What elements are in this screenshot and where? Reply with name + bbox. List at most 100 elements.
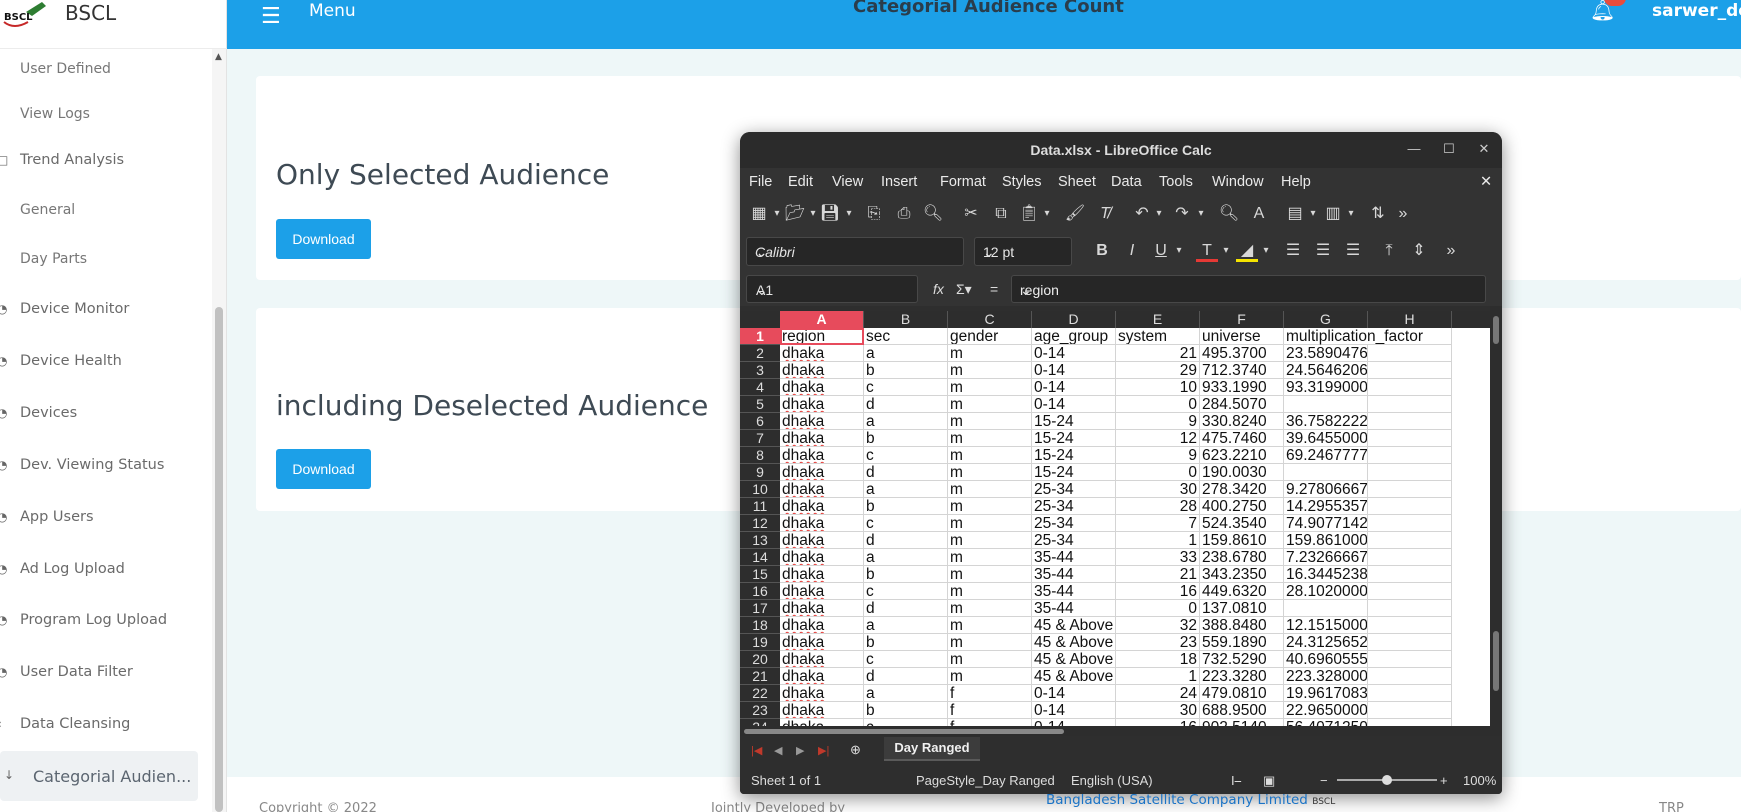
- table-cell[interactable]: dhaka: [780, 362, 864, 379]
- table-cell[interactable]: m: [948, 362, 1032, 379]
- table-cell[interactable]: 45 & Above: [1032, 634, 1116, 651]
- table-cell[interactable]: 137.0810: [1200, 600, 1284, 617]
- row-header[interactable]: 20: [740, 651, 780, 668]
- sidebar-item-general[interactable]: General: [0, 190, 218, 230]
- row-header[interactable]: 13: [740, 532, 780, 549]
- row-header[interactable]: 15: [740, 566, 780, 583]
- table-cell[interactable]: 35-44: [1032, 583, 1116, 600]
- table-cell[interactable]: m: [948, 583, 1032, 600]
- table-cell[interactable]: 18: [1116, 651, 1200, 668]
- table-cell[interactable]: dhaka: [780, 549, 864, 566]
- formula-input[interactable]: region ⌄: [1011, 275, 1486, 303]
- row-header[interactable]: 18: [740, 617, 780, 634]
- header-cell[interactable]: gender: [948, 328, 1032, 345]
- table-cell[interactable]: 35-44: [1032, 600, 1116, 617]
- table-cell[interactable]: m: [948, 634, 1032, 651]
- menu-styles[interactable]: Styles: [1002, 174, 1042, 190]
- row-header[interactable]: 7: [740, 430, 780, 447]
- chevron-down-icon[interactable]: ▾: [1190, 203, 1212, 225]
- header-cell[interactable]: age_group: [1032, 328, 1116, 345]
- table-cell[interactable]: a: [864, 345, 948, 362]
- table-cell[interactable]: 24.56462069: [1284, 362, 1368, 379]
- menu-help[interactable]: Help: [1281, 174, 1311, 190]
- column-header[interactable]: F: [1200, 311, 1284, 328]
- row-header[interactable]: 22: [740, 685, 780, 702]
- table-cell[interactable]: dhaka: [780, 668, 864, 685]
- table-cell[interactable]: 475.7460: [1200, 430, 1284, 447]
- table-cell[interactable]: dhaka: [780, 532, 864, 549]
- scroll-up-icon[interactable]: ▲: [215, 52, 222, 62]
- table-cell[interactable]: dhaka: [780, 600, 864, 617]
- table-cell[interactable]: 0-14: [1032, 345, 1116, 362]
- font-name-box[interactable]: Calibri ⌄: [746, 237, 964, 266]
- table-cell[interactable]: [1368, 566, 1452, 583]
- center-vertically-icon[interactable]: ⇕: [1408, 240, 1430, 262]
- table-cell[interactable]: 933.1990: [1200, 379, 1284, 396]
- table-cell[interactable]: c: [864, 379, 948, 396]
- table-cell[interactable]: 495.3700: [1200, 345, 1284, 362]
- table-cell[interactable]: 25-34: [1032, 481, 1116, 498]
- zoom-in-icon[interactable]: +: [1440, 773, 1448, 788]
- scrollbar-thumb[interactable]: [1493, 316, 1499, 344]
- table-cell[interactable]: f: [948, 702, 1032, 719]
- table-cell[interactable]: d: [864, 532, 948, 549]
- table-cell[interactable]: 400.2750: [1200, 498, 1284, 515]
- table-cell[interactable]: m: [948, 549, 1032, 566]
- column-header[interactable]: H: [1368, 311, 1452, 328]
- table-cell[interactable]: 9: [1116, 413, 1200, 430]
- next-sheet-icon[interactable]: ▶: [796, 744, 804, 757]
- table-cell[interactable]: a: [864, 685, 948, 702]
- sidebar-item-program-log-upload[interactable]: ◔ Program Log Upload: [0, 600, 218, 640]
- first-sheet-icon[interactable]: |◀: [751, 744, 762, 757]
- menu-window[interactable]: Window: [1212, 174, 1264, 190]
- chevron-down-icon[interactable]: ▾: [1168, 240, 1190, 262]
- table-cell[interactable]: [1368, 498, 1452, 515]
- vertical-scrollbar[interactable]: [1490, 306, 1502, 726]
- table-cell[interactable]: [1368, 532, 1452, 549]
- table-cell[interactable]: dhaka: [780, 634, 864, 651]
- table-cell[interactable]: 25-34: [1032, 498, 1116, 515]
- scrollbar-thumb[interactable]: [215, 307, 223, 812]
- table-cell[interactable]: 9: [1116, 447, 1200, 464]
- table-cell[interactable]: 21: [1116, 566, 1200, 583]
- table-cell[interactable]: 45 & Above: [1032, 617, 1116, 634]
- table-cell[interactable]: m: [948, 617, 1032, 634]
- menu-view[interactable]: View: [832, 174, 863, 190]
- spelling-icon[interactable]: A: [1248, 203, 1270, 225]
- table-cell[interactable]: dhaka: [780, 413, 864, 430]
- table-cell[interactable]: 623.2210: [1200, 447, 1284, 464]
- table-cell[interactable]: dhaka: [780, 396, 864, 413]
- table-cell[interactable]: 343.2350: [1200, 566, 1284, 583]
- table-cell[interactable]: b: [864, 634, 948, 651]
- table-cell[interactable]: 74.90771429: [1284, 515, 1368, 532]
- table-cell[interactable]: 0-14: [1032, 362, 1116, 379]
- table-cell[interactable]: dhaka: [780, 617, 864, 634]
- table-cell[interactable]: dhaka: [780, 583, 864, 600]
- clone-formatting-icon[interactable]: 🖌︎: [1064, 203, 1086, 225]
- sidebar-scrollbar[interactable]: ▲: [212, 49, 226, 812]
- table-cell[interactable]: 23: [1116, 634, 1200, 651]
- table-cell[interactable]: m: [948, 481, 1032, 498]
- menu-label[interactable]: Menu: [309, 1, 356, 21]
- table-cell[interactable]: 24.31256522: [1284, 634, 1368, 651]
- table-cell[interactable]: c: [864, 447, 948, 464]
- table-cell[interactable]: 32: [1116, 617, 1200, 634]
- row-header[interactable]: 6: [740, 413, 780, 430]
- column-header[interactable]: E: [1116, 311, 1200, 328]
- table-cell[interactable]: b: [864, 566, 948, 583]
- table-cell[interactable]: dhaka: [780, 464, 864, 481]
- table-cell[interactable]: 479.0810: [1200, 685, 1284, 702]
- header-cell[interactable]: universe: [1200, 328, 1284, 345]
- find-replace-icon[interactable]: 🔍︎: [1218, 203, 1240, 225]
- sheet-tab-day-ranged[interactable]: Day Ranged: [884, 737, 980, 761]
- menu-insert[interactable]: Insert: [881, 174, 917, 190]
- table-cell[interactable]: 9.27806667: [1284, 481, 1368, 498]
- formula-icon[interactable]: =: [990, 281, 998, 297]
- table-cell[interactable]: m: [948, 532, 1032, 549]
- table-cell[interactable]: dhaka: [780, 702, 864, 719]
- column-header[interactable]: D: [1032, 311, 1116, 328]
- table-cell[interactable]: m: [948, 668, 1032, 685]
- sidebar-item-user-data-filter[interactable]: ◔ User Data Filter: [0, 652, 218, 692]
- sidebar-item-dev-viewing-status[interactable]: ◔ Dev. Viewing Status: [0, 445, 218, 485]
- table-cell[interactable]: m: [948, 379, 1032, 396]
